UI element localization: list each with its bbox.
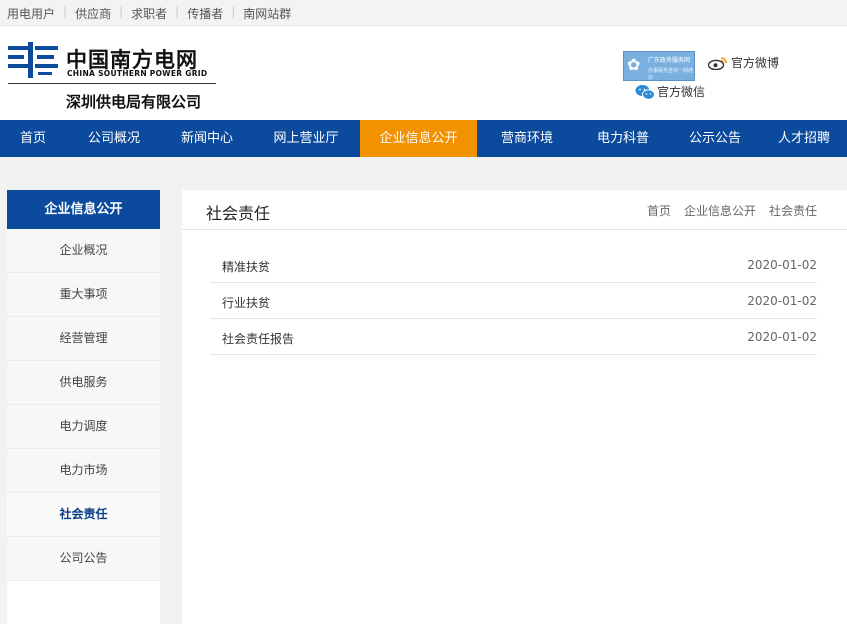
logo-divider: [8, 83, 216, 84]
weibo-icon: [708, 56, 727, 70]
main-nav: 首页 公司概况 新闻中心 网上营业厅 企业信息公开 营商环境 电力科普 公示公告…: [0, 120, 847, 157]
sidebar-item-power-market[interactable]: 电力市场: [7, 449, 160, 493]
nav-item-careers[interactable]: 人才招聘: [761, 120, 847, 157]
nav-item-home[interactable]: 首页: [0, 120, 66, 157]
article-date: 2020-01-02: [747, 330, 817, 344]
sidebar-item-enterprise-overview[interactable]: 企业概况: [7, 229, 160, 273]
nav-item-company-overview[interactable]: 公司概况: [66, 120, 162, 157]
topbar-link-users[interactable]: 用电用户: [7, 5, 63, 22]
logo-english: CHINA SOUTHERN POWER GRID: [67, 69, 208, 78]
breadcrumb-home[interactable]: 首页: [647, 202, 671, 219]
gov-service-badge[interactable]: ✿ 广东政务服务网 办事服务咨询一网通办: [623, 51, 695, 81]
article-date: 2020-01-02: [747, 258, 817, 272]
sidebar-item-company-announcements[interactable]: 公司公告: [7, 537, 160, 581]
list-item[interactable]: 社会责任报告 2020-01-02: [210, 319, 817, 355]
weibo-label: 官方微博: [731, 56, 780, 70]
list-item[interactable]: 精准扶贫 2020-01-02: [210, 247, 817, 283]
nav-item-business-environment[interactable]: 营商环境: [477, 120, 577, 157]
nav-item-power-science[interactable]: 电力科普: [577, 120, 669, 157]
wechat-label: 官方微信: [657, 85, 706, 99]
gov-badge-title: 广东政务服务网: [648, 57, 691, 64]
article-title[interactable]: 行业扶贫: [222, 294, 270, 311]
topbar-link-suppliers[interactable]: 供应商: [67, 5, 119, 22]
audience-links: 用电用户 | 供应商 | 求职者 | 传播者 | 南网站群: [7, 5, 299, 22]
sidebar-item-dispatch[interactable]: 电力调度: [7, 405, 160, 449]
gov-badge-subtitle: 办事服务咨询一网通办: [648, 68, 694, 81]
site-header: 中国南方电网 CHINA SOUTHERN POWER GRID 深圳供电局有限…: [0, 26, 847, 120]
article-title[interactable]: 精准扶贫: [222, 258, 270, 275]
main-panel: 社会责任 首页 企业信息公开 社会责任 精准扶贫 2020-01-02 行业扶贫…: [182, 190, 847, 624]
article-list: 精准扶贫 2020-01-02 行业扶贫 2020-01-02 社会责任报告 2…: [210, 247, 817, 355]
nav-item-online-service[interactable]: 网上营业厅: [252, 120, 360, 157]
breadcrumb: 首页 企业信息公开 社会责任: [634, 202, 817, 219]
csg-logo-icon[interactable]: [8, 42, 58, 78]
nav-item-news-center[interactable]: 新闻中心: [162, 120, 252, 157]
topbar-link-site-group[interactable]: 南网站群: [235, 5, 299, 22]
nav-item-info-disclosure[interactable]: 企业信息公开: [360, 120, 477, 157]
sidebar: 企业信息公开 企业概况 重大事项 经营管理 供电服务 电力调度 电力市场 社会责…: [7, 190, 160, 624]
nav-item-public-notices[interactable]: 公示公告: [669, 120, 761, 157]
topbar-link-media[interactable]: 传播者: [179, 5, 231, 22]
sidebar-item-major-events[interactable]: 重大事项: [7, 273, 160, 317]
panel-header: 社会责任 首页 企业信息公开 社会责任: [182, 190, 847, 230]
sidebar-item-operations[interactable]: 经营管理: [7, 317, 160, 361]
top-utility-bar: 用电用户 | 供应商 | 求职者 | 传播者 | 南网站群: [0, 0, 847, 26]
sidebar-item-social-responsibility[interactable]: 社会责任: [7, 493, 160, 537]
article-title[interactable]: 社会责任报告: [222, 330, 294, 347]
breadcrumb-info-disclosure[interactable]: 企业信息公开: [684, 202, 756, 219]
weibo-link[interactable]: 官方微博: [708, 54, 779, 71]
list-item[interactable]: 行业扶贫 2020-01-02: [210, 283, 817, 319]
wechat-icon: [635, 84, 655, 100]
sidebar-item-power-service[interactable]: 供电服务: [7, 361, 160, 405]
topbar-link-jobseekers[interactable]: 求职者: [123, 5, 175, 22]
wechat-link[interactable]: 官方微信: [635, 83, 705, 100]
article-date: 2020-01-02: [747, 294, 817, 308]
breadcrumb-current[interactable]: 社会责任: [769, 202, 817, 219]
bauhinia-icon: ✿: [627, 55, 641, 74]
page-title: 社会责任: [206, 204, 271, 223]
company-name: 深圳供电局有限公司: [66, 93, 202, 111]
sidebar-title: 企业信息公开: [7, 190, 160, 229]
